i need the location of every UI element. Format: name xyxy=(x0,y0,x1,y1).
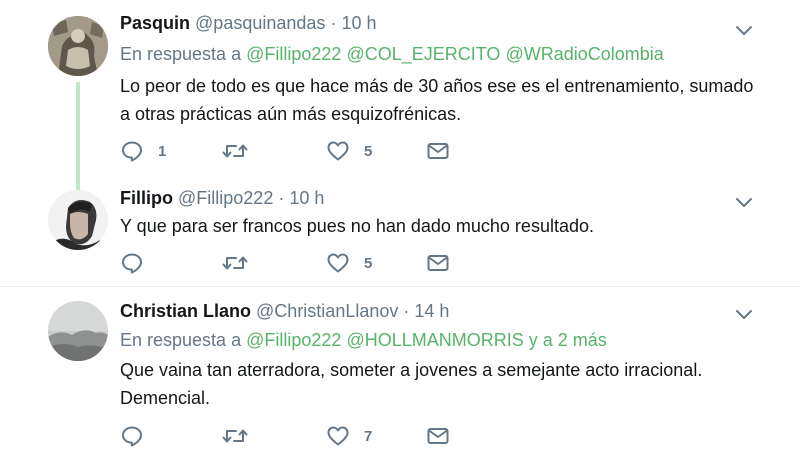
like-button[interactable]: 5 xyxy=(326,139,372,163)
envelope-icon xyxy=(426,251,450,275)
retweet-icon xyxy=(222,139,248,163)
like-button[interactable]: 7 xyxy=(326,424,372,448)
more-mentions-link[interactable]: y a 2 más xyxy=(529,330,607,350)
retweet-icon xyxy=(222,251,248,275)
user-handle[interactable]: @pasquinandas xyxy=(195,13,325,33)
retweet-button[interactable] xyxy=(222,251,248,275)
tweet-christian-llano[interactable]: Christian Llano @ChristianLlanov · 14 h … xyxy=(0,287,800,456)
like-count: 5 xyxy=(364,254,373,272)
direct-message-button[interactable] xyxy=(426,139,450,163)
reply-context: En respuesta a @Fillipo222 @HOLLMANMORRI… xyxy=(120,330,607,351)
reply-count: 1 xyxy=(158,142,167,160)
tweet-pasquin[interactable]: Pasquin @pasquinandas · 10 h En respuest… xyxy=(0,0,800,180)
like-count: 5 xyxy=(364,142,373,160)
mention-link[interactable]: @COL_EJERCITO xyxy=(346,44,500,64)
avatar[interactable] xyxy=(48,190,108,250)
reply-button[interactable] xyxy=(120,251,158,275)
user-handle[interactable]: @Fillipo222 xyxy=(178,188,273,208)
mention-link[interactable]: @Fillipo222 xyxy=(246,44,341,64)
like-button[interactable]: 5 xyxy=(326,251,372,275)
reply-button[interactable] xyxy=(120,424,158,448)
reply-icon xyxy=(120,251,144,275)
tweet-fillipo[interactable]: Fillipo @Fillipo222 · 10 h Y que para se… xyxy=(0,180,800,286)
tweet-header: Fillipo @Fillipo222 · 10 h xyxy=(120,188,324,209)
retweet-button[interactable] xyxy=(222,139,248,163)
direct-message-button[interactable] xyxy=(426,424,450,448)
avatar[interactable] xyxy=(48,16,108,76)
reply-prefix: En respuesta a xyxy=(120,330,242,350)
timestamp[interactable]: 14 h xyxy=(414,301,449,321)
display-name[interactable]: Pasquin xyxy=(120,13,190,33)
separator-dot: · xyxy=(278,188,285,208)
avatar[interactable] xyxy=(48,301,108,361)
mention-link[interactable]: @HOLLMANMORRIS xyxy=(346,330,523,350)
mention-link[interactable]: @Fillipo222 xyxy=(246,330,341,350)
reply-icon xyxy=(120,139,144,163)
chevron-down-icon[interactable] xyxy=(734,304,754,324)
retweet-button[interactable] xyxy=(222,424,248,448)
display-name[interactable]: Christian Llano xyxy=(120,301,251,321)
tweet-header: Pasquin @pasquinandas · 10 h xyxy=(120,13,376,34)
retweet-icon xyxy=(222,424,248,448)
user-handle[interactable]: @ChristianLlanov xyxy=(256,301,398,321)
direct-message-button[interactable] xyxy=(426,251,450,275)
tweet-header: Christian Llano @ChristianLlanov · 14 h xyxy=(120,301,449,322)
like-count: 7 xyxy=(364,427,373,445)
separator-dot: · xyxy=(403,301,410,321)
envelope-icon xyxy=(426,139,450,163)
mention-link[interactable]: @WRadioColombia xyxy=(505,44,663,64)
heart-icon xyxy=(326,424,350,448)
separator-dot: · xyxy=(330,13,337,33)
timestamp[interactable]: 10 h xyxy=(289,188,324,208)
heart-icon xyxy=(326,139,350,163)
timestamp[interactable]: 10 h xyxy=(341,13,376,33)
reply-context: En respuesta a @Fillipo222 @COL_EJERCITO… xyxy=(120,44,664,65)
chevron-down-icon[interactable] xyxy=(734,192,754,212)
reply-icon xyxy=(120,424,144,448)
tweet-text: Que vaina tan aterradora, someter a jove… xyxy=(120,360,703,408)
display-name[interactable]: Fillipo xyxy=(120,188,173,208)
reply-button[interactable]: 1 xyxy=(120,139,166,163)
tweet-text: Y que para ser francos pues no han dado … xyxy=(120,216,594,236)
envelope-icon xyxy=(426,424,450,448)
tweet-text: Lo peor de todo es que hace más de 30 añ… xyxy=(120,76,754,124)
heart-icon xyxy=(326,251,350,275)
reply-prefix: En respuesta a xyxy=(120,44,242,64)
chevron-down-icon[interactable] xyxy=(734,20,754,40)
